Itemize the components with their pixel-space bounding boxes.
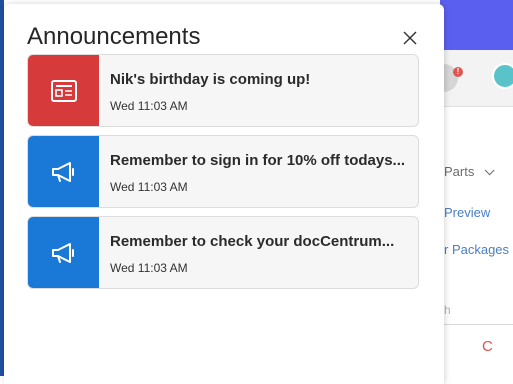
megaphone-icon <box>51 161 74 182</box>
newspaper-icon <box>50 79 77 102</box>
announcements-panel: Announcements Nik's birthday is coming u… <box>4 4 444 384</box>
announcement-title: Nik's birthday is coming up! <box>110 71 311 88</box>
announcement-title: Remember to sign in for 10% off todays..… <box>110 152 406 169</box>
close-icon <box>403 31 417 45</box>
announcement-card[interactable]: Nik's birthday is coming up! Wed 11:03 A… <box>27 54 419 127</box>
menu-item-packages[interactable]: r Packages <box>444 242 509 257</box>
menu-item-parts-label: Parts <box>444 164 475 179</box>
search-placeholder: h <box>444 303 451 317</box>
app-red-letter: C <box>482 338 493 355</box>
menu-item-parts[interactable]: Parts <box>444 164 495 179</box>
menu-item-preview[interactable]: Preview <box>444 205 490 220</box>
announcement-icon-tile <box>28 217 99 288</box>
search-input[interactable] <box>440 300 513 325</box>
announcement-card[interactable]: Remember to sign in for 10% off todays..… <box>27 135 419 208</box>
notification-badge: ! <box>453 67 463 77</box>
announcement-time: Wed 11:03 AM <box>110 99 188 113</box>
announcement-icon-tile <box>28 55 99 126</box>
megaphone-icon <box>51 242 74 263</box>
announcement-time: Wed 11:03 AM <box>110 261 188 275</box>
chevron-down-icon <box>485 165 495 176</box>
announcement-icon-tile <box>28 136 99 207</box>
announcement-card[interactable]: Remember to check your docCentrum... Wed… <box>27 216 419 289</box>
panel-title: Announcements <box>27 23 201 50</box>
announcement-time: Wed 11:03 AM <box>110 180 188 194</box>
avatar[interactable] <box>492 63 513 89</box>
announcement-title: Remember to check your docCentrum... <box>110 233 395 250</box>
app-header-bar <box>440 0 513 50</box>
close-button[interactable] <box>400 28 420 48</box>
